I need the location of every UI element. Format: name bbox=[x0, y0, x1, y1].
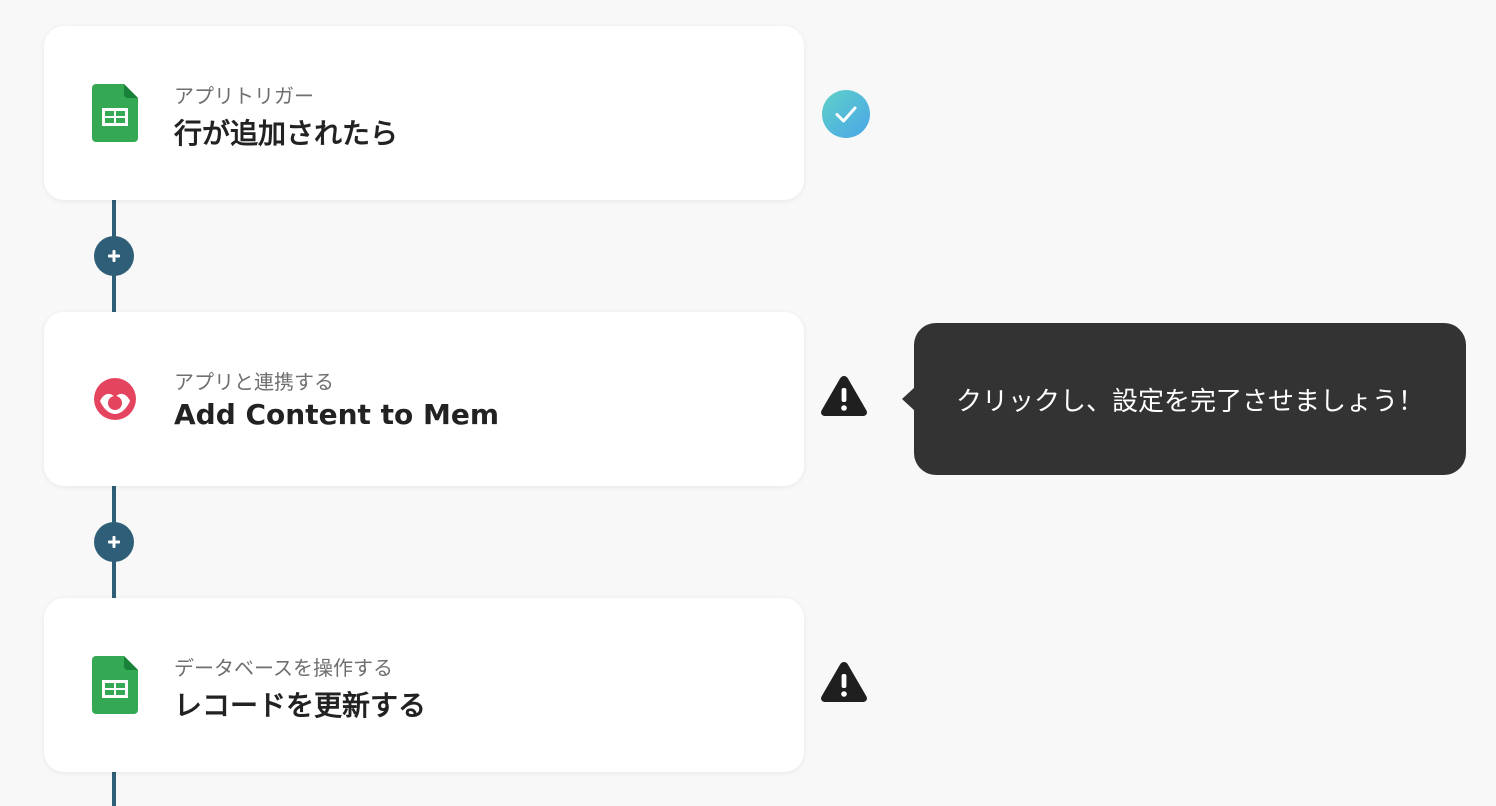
warning-icon bbox=[821, 376, 867, 416]
tooltip-text: クリックし、設定を完了させましょう！ bbox=[955, 386, 1424, 417]
step-title: レコードを更新する bbox=[174, 689, 427, 722]
setup-tooltip: クリックし、設定を完了させましょう！ bbox=[914, 323, 1466, 475]
check-icon bbox=[822, 90, 870, 138]
step-card-database[interactable]: データベースを操作する レコードを更新する bbox=[44, 598, 804, 772]
step-card-action[interactable]: アプリと連携する Add Content to Mem bbox=[44, 312, 804, 486]
warning-icon bbox=[821, 662, 867, 702]
step-label: データベースを操作する bbox=[174, 656, 393, 680]
step-label: アプリと連携する bbox=[174, 370, 334, 394]
plus-icon bbox=[108, 536, 120, 548]
step-card-trigger[interactable]: アプリトリガー 行が追加されたら bbox=[44, 26, 804, 200]
step-label: アプリトリガー bbox=[174, 84, 314, 108]
add-step-button[interactable] bbox=[94, 236, 134, 276]
google-sheets-icon bbox=[92, 84, 138, 142]
add-step-button[interactable] bbox=[94, 522, 134, 562]
google-sheets-icon bbox=[92, 656, 138, 714]
workflow-canvas: アプリトリガー 行が追加されたら アプリと連携する Add Content to… bbox=[0, 0, 1496, 806]
flow-connector-line bbox=[112, 772, 116, 806]
mem-icon bbox=[94, 378, 136, 420]
plus-icon bbox=[108, 250, 120, 262]
step-title: Add Content to Mem bbox=[174, 398, 500, 431]
step-title: 行が追加されたら bbox=[174, 117, 399, 150]
